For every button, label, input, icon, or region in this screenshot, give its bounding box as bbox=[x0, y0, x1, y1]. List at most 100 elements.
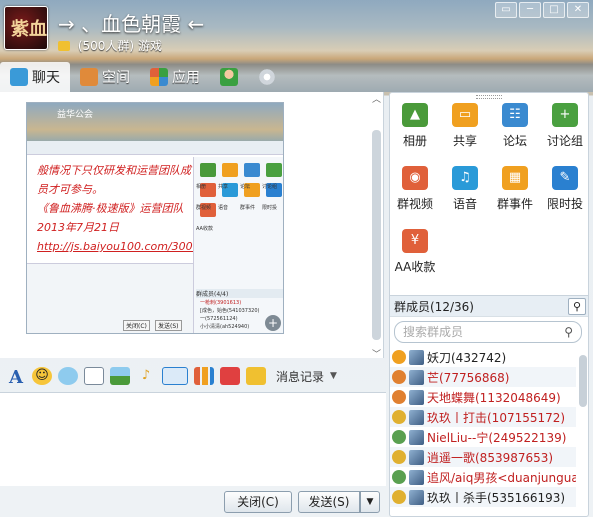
member-badge-icon bbox=[392, 490, 406, 504]
app-label: 限时投 bbox=[546, 197, 583, 211]
tab-apps-label: 应用 bbox=[172, 70, 200, 86]
tab-chat[interactable]: 聊天 bbox=[0, 62, 70, 92]
red-envelope-icon[interactable] bbox=[220, 367, 240, 385]
app-share[interactable]: ▭ 共享 bbox=[440, 103, 490, 166]
screenshot-line: 般情况下只仅研发和运营团队成员才可参与。 bbox=[37, 164, 191, 196]
emoji-icon[interactable]: ☺ bbox=[32, 367, 52, 385]
member-row[interactable]: 逍遥一歌(853987653) bbox=[390, 447, 576, 467]
screenshot-input-area: 关闭(C) 发送(S) bbox=[27, 263, 193, 333]
settings-button[interactable] bbox=[248, 62, 286, 92]
close-icon[interactable]: ✕ bbox=[567, 2, 589, 18]
app-discussion[interactable]: + 讨论组 bbox=[540, 103, 590, 166]
tab-space[interactable]: 空间 bbox=[70, 62, 140, 92]
avatar bbox=[409, 389, 424, 405]
chat-scrollbar[interactable]: ︿ ﹀ bbox=[372, 92, 382, 360]
search-icon[interactable]: ⚲ bbox=[568, 298, 586, 315]
avatar bbox=[409, 469, 424, 485]
screenshot-app-label: 共享 bbox=[218, 184, 229, 190]
group-avatar[interactable]: 紫血 bbox=[4, 6, 48, 50]
collapse-chevron-icon[interactable]: ﹀ bbox=[372, 347, 381, 360]
group-video-icon: ◉ bbox=[402, 166, 428, 190]
member-badge-icon bbox=[392, 410, 406, 424]
avatar bbox=[409, 409, 424, 425]
close-button[interactable]: 关闭(C) bbox=[224, 491, 292, 513]
member-name: 芒(77756868) bbox=[427, 370, 510, 385]
screenshot-link: http://js.baiyou100.com/3001000.asp# bbox=[37, 240, 253, 253]
forum-icon: ☷ bbox=[502, 103, 528, 127]
app-vote[interactable]: ✎ 限时投 bbox=[540, 166, 590, 229]
group-title: → 、血色朝霞 ← bbox=[58, 12, 205, 36]
music-icon[interactable]: ♪ bbox=[136, 367, 156, 385]
folder-share-icon: ▭ bbox=[452, 103, 478, 127]
app-label: AA收款 bbox=[394, 260, 436, 274]
member-name: 天地蝶舞(1132048649) bbox=[427, 390, 561, 405]
screenshot-sidebar: 相册 共享 论坛 讨论组 群视频 语音 群事件 限时投 AA收款 群成员(4/4… bbox=[193, 157, 283, 333]
app-group-video[interactable]: ◉ 群视频 bbox=[390, 166, 440, 229]
screenshot-member: 一枪刺(3901613) bbox=[200, 300, 242, 306]
tab-space-label: 空间 bbox=[102, 70, 130, 86]
member-scroll-thumb[interactable] bbox=[579, 355, 587, 407]
chart-icon[interactable] bbox=[194, 367, 214, 385]
maximize-icon[interactable]: □ bbox=[543, 2, 565, 18]
shared-screenshot-image[interactable]: 益华公会 般情况下只仅研发和运营团队成员才可参与。 《鲁血沸腾·极速版》运营团队… bbox=[26, 102, 284, 334]
screenshot-close-button: 关闭(C) bbox=[123, 320, 150, 331]
member-list: 妖刀(432742) 芒(77756868) 天地蝶舞(1132048649) … bbox=[390, 347, 576, 507]
app-voice[interactable]: ♫ 语音 bbox=[440, 166, 490, 229]
chevron-down-icon[interactable]: ▼ bbox=[330, 371, 337, 381]
member-search-placeholder: 搜索群成员 bbox=[403, 325, 464, 339]
shake-window-icon[interactable] bbox=[84, 367, 104, 385]
group-category: 游戏 bbox=[137, 39, 162, 53]
group-sidebar: ▲ 相册 ▭ 共享 ☷ 论坛 + 讨论组 ◉ 群视频 ♫ 语音 ▦ 群事件 ✎ 限时投 ¥ AA收… bbox=[389, 92, 589, 517]
screenshot-app-label: 相册 bbox=[196, 184, 207, 190]
add-member-button[interactable] bbox=[210, 62, 248, 92]
screenshot-member: [成色，始色(541037320) bbox=[200, 308, 260, 314]
avatar-text: 紫血 bbox=[11, 19, 47, 40]
font-icon[interactable]: A bbox=[6, 367, 26, 388]
send-options-button[interactable]: ▼ bbox=[360, 491, 380, 513]
member-row[interactable]: NielLiu--宁(249522139) bbox=[390, 427, 576, 447]
avatar bbox=[409, 429, 424, 445]
member-row[interactable]: 芒(77756868) bbox=[390, 367, 576, 387]
member-name: NielLiu--宁(249522139) bbox=[427, 430, 567, 445]
screenshot-app-label: 论坛 bbox=[240, 184, 251, 190]
zoom-icon[interactable]: + bbox=[265, 315, 281, 331]
app-aa-payment[interactable]: ¥ AA收款 bbox=[390, 229, 440, 292]
member-row[interactable]: 玖玖丨打击(107155172) bbox=[390, 407, 576, 427]
member-row[interactable]: 追风/aiq男孩<duanjunguan... bbox=[390, 467, 576, 487]
app-group-event[interactable]: ▦ 群事件 bbox=[490, 166, 540, 229]
message-history-icon[interactable] bbox=[246, 367, 266, 385]
screenshot-app-icon bbox=[200, 163, 216, 177]
app-album[interactable]: ▲ 相册 bbox=[390, 103, 440, 166]
screenshot-line: 《鲁血沸腾·极速版》运营团队 bbox=[37, 202, 184, 215]
screen-capture-icon[interactable] bbox=[162, 367, 188, 385]
member-row[interactable]: 妖刀(432742) bbox=[390, 347, 576, 367]
avatar bbox=[409, 349, 424, 365]
message-history-button[interactable]: 消息记录 bbox=[276, 368, 324, 385]
member-badge-icon bbox=[392, 350, 406, 364]
drag-handle[interactable] bbox=[476, 95, 502, 99]
tab-apps[interactable]: 应用 bbox=[140, 62, 210, 92]
app-label: 论坛 bbox=[502, 134, 527, 148]
screenshot-send-button: 发送(S) bbox=[155, 320, 182, 331]
scroll-up-icon[interactable]: ︿ bbox=[372, 92, 381, 105]
app-forum[interactable]: ☷ 论坛 bbox=[490, 103, 540, 166]
search-icon[interactable]: ⚲ bbox=[564, 322, 573, 342]
photo-album-icon: ▲ bbox=[402, 103, 428, 127]
chat-message-area[interactable]: 益华公会 般情况下只仅研发和运营团队成员才可参与。 《鲁血沸腾·极速版》运营团队… bbox=[0, 92, 384, 358]
group-app-grid: ▲ 相册 ▭ 共享 ☷ 论坛 + 讨论组 ◉ 群视频 ♫ 语音 ▦ 群事件 ✎ 限时投 ¥ AA收… bbox=[390, 93, 588, 292]
member-row[interactable]: 天地蝶舞(1132048649) bbox=[390, 387, 576, 407]
send-button[interactable]: 发送(S) bbox=[298, 491, 360, 513]
skin-icon[interactable]: ▭ bbox=[495, 2, 517, 18]
screenshot-app-label: 语音 bbox=[218, 205, 229, 211]
screenshot-header: 益华公会 bbox=[27, 103, 283, 141]
magic-emoji-icon[interactable] bbox=[58, 367, 78, 385]
tab-bar: 聊天 空间 应用 bbox=[0, 60, 593, 92]
screenshot-text: 般情况下只仅研发和运营团队成员才可参与。 《鲁血沸腾·极速版》运营团队 2013… bbox=[37, 161, 253, 256]
message-input[interactable] bbox=[0, 392, 386, 486]
member-list-scrollbar[interactable] bbox=[579, 347, 587, 515]
image-icon[interactable] bbox=[110, 367, 130, 385]
member-search-input[interactable]: 搜索群成员 ⚲ bbox=[394, 321, 582, 343]
member-row[interactable]: 玖玖丨杀手(535166193) bbox=[390, 487, 576, 507]
chat-scroll-thumb[interactable] bbox=[372, 130, 381, 340]
minimize-icon[interactable]: ─ bbox=[519, 2, 541, 18]
